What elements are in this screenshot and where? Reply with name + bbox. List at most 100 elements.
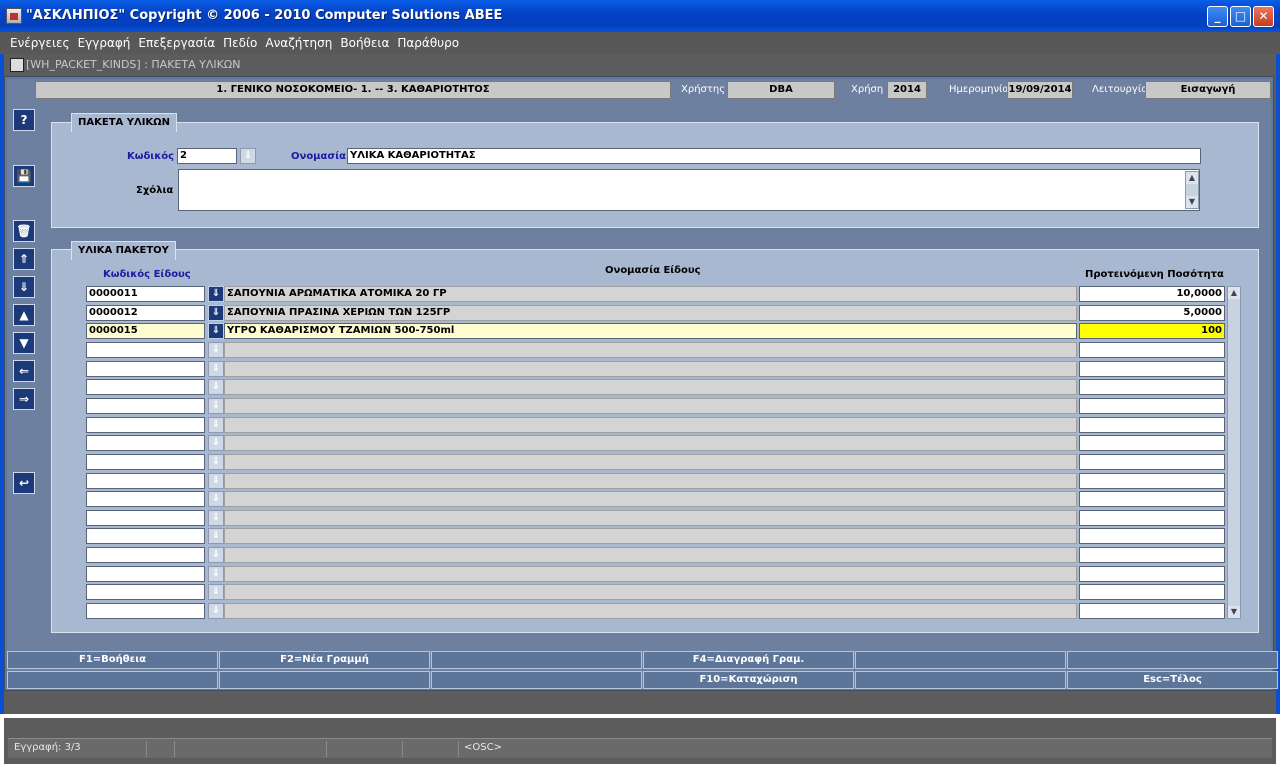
- item-qty-cell[interactable]: [1079, 566, 1225, 582]
- item-code-cell[interactable]: 0000015: [86, 323, 205, 339]
- item-qty-cell[interactable]: 100: [1079, 323, 1225, 339]
- item-lov-icon[interactable]: ⇓: [208, 417, 224, 433]
- function-key-button[interactable]: [219, 671, 430, 689]
- item-qty-cell[interactable]: [1079, 417, 1225, 433]
- menu-search[interactable]: Αναζήτηση: [261, 32, 336, 54]
- code-lov-icon[interactable]: ⇓: [240, 148, 256, 164]
- menu-help[interactable]: Βοήθεια: [336, 32, 393, 54]
- item-qty-cell[interactable]: [1079, 435, 1225, 451]
- item-code-cell[interactable]: [86, 417, 205, 433]
- function-key-button[interactable]: F10=Καταχώριση: [643, 671, 854, 689]
- item-qty-cell[interactable]: [1079, 342, 1225, 358]
- item-qty-cell[interactable]: 5,0000: [1079, 305, 1225, 321]
- item-code-cell[interactable]: [86, 398, 205, 414]
- function-key-button[interactable]: [431, 671, 642, 689]
- save-icon[interactable]: 💾: [13, 165, 35, 187]
- item-lov-icon[interactable]: ⇓: [208, 584, 224, 600]
- item-lov-icon[interactable]: ⇓: [208, 510, 224, 526]
- undo-icon[interactable]: ↩: [13, 472, 35, 494]
- item-name-cell[interactable]: [224, 566, 1077, 582]
- item-code-cell[interactable]: 0000011: [86, 286, 205, 302]
- close-button[interactable]: ✕: [1253, 6, 1274, 27]
- name-field[interactable]: ΥΛΙΚΑ ΚΑΘΑΡΙΟΤΗΤΑΣ: [347, 148, 1201, 164]
- comments-scrollbar[interactable]: ▲ ▼: [1185, 171, 1199, 209]
- scroll-up-icon[interactable]: ▲: [1228, 287, 1240, 299]
- item-lov-icon[interactable]: ⇓: [208, 528, 224, 544]
- item-code-cell[interactable]: [86, 528, 205, 544]
- item-lov-icon[interactable]: ⇓: [208, 566, 224, 582]
- item-code-cell[interactable]: [86, 435, 205, 451]
- item-qty-cell[interactable]: [1079, 379, 1225, 395]
- previous-record-icon[interactable]: ▲: [13, 304, 35, 326]
- item-name-cell[interactable]: [224, 603, 1077, 619]
- item-name-cell[interactable]: [224, 435, 1077, 451]
- item-name-cell[interactable]: ΣΑΠΟΥΝΙΑ ΠΡΑΣΙΝΑ ΧΕΡΙΩΝ ΤΩΝ 125ΓΡ: [224, 305, 1077, 321]
- item-qty-cell[interactable]: [1079, 398, 1225, 414]
- item-lov-icon[interactable]: ⇓: [208, 398, 224, 414]
- function-key-button[interactable]: [431, 651, 642, 669]
- menu-window[interactable]: Παράθυρο: [393, 32, 463, 54]
- item-lov-icon[interactable]: ⇓: [208, 305, 224, 321]
- code-field[interactable]: 2: [177, 148, 237, 164]
- function-key-button[interactable]: [1067, 651, 1278, 669]
- item-name-cell[interactable]: [224, 491, 1077, 507]
- function-key-button[interactable]: Esc=Τέλος: [1067, 671, 1278, 689]
- menu-field[interactable]: Πεδίο: [219, 32, 261, 54]
- item-qty-cell[interactable]: [1079, 454, 1225, 470]
- item-lov-icon[interactable]: ⇓: [208, 547, 224, 563]
- item-lov-icon[interactable]: ⇓: [208, 361, 224, 377]
- item-code-cell[interactable]: 0000012: [86, 305, 205, 321]
- item-qty-cell[interactable]: [1079, 491, 1225, 507]
- item-code-cell[interactable]: [86, 361, 205, 377]
- item-lov-icon[interactable]: ⇓: [208, 323, 224, 339]
- item-name-cell[interactable]: ΥΓΡΟ ΚΑΘΑΡΙΣΜΟΥ ΤΖΑΜΙΩΝ 500-750ml: [224, 323, 1077, 339]
- item-code-cell[interactable]: [86, 566, 205, 582]
- item-lov-icon[interactable]: ⇓: [208, 286, 224, 302]
- item-lov-icon[interactable]: ⇓: [208, 454, 224, 470]
- item-lov-icon[interactable]: ⇓: [208, 342, 224, 358]
- item-qty-cell[interactable]: [1079, 584, 1225, 600]
- item-code-cell[interactable]: [86, 547, 205, 563]
- comments-field[interactable]: [178, 169, 1200, 211]
- item-qty-cell[interactable]: [1079, 547, 1225, 563]
- item-qty-cell[interactable]: [1079, 510, 1225, 526]
- item-qty-cell[interactable]: [1079, 473, 1225, 489]
- item-code-cell[interactable]: [86, 473, 205, 489]
- menu-edit[interactable]: Επεξεργασία: [134, 32, 219, 54]
- item-name-cell[interactable]: [224, 584, 1077, 600]
- item-name-cell[interactable]: [224, 379, 1077, 395]
- next-block-icon[interactable]: ⇒: [13, 388, 35, 410]
- item-code-cell[interactable]: [86, 510, 205, 526]
- maximize-button[interactable]: □: [1230, 6, 1251, 27]
- item-lov-icon[interactable]: ⇓: [208, 435, 224, 451]
- item-qty-cell[interactable]: [1079, 528, 1225, 544]
- function-key-button[interactable]: F4=Διαγραφή Γραμ.: [643, 651, 854, 669]
- last-record-icon[interactable]: ⇓: [13, 276, 35, 298]
- previous-block-icon[interactable]: ⇐: [13, 360, 35, 382]
- menu-record[interactable]: Εγγραφή: [74, 32, 135, 54]
- item-code-cell[interactable]: [86, 603, 205, 619]
- delete-icon[interactable]: 🗑: [13, 220, 35, 242]
- minimize-button[interactable]: _: [1207, 6, 1228, 27]
- item-name-cell[interactable]: [224, 473, 1077, 489]
- function-key-button[interactable]: F2=Νέα Γραμμή: [219, 651, 430, 669]
- item-qty-cell[interactable]: 10,0000: [1079, 286, 1225, 302]
- first-record-icon[interactable]: ⇑: [13, 248, 35, 270]
- items-scrollbar[interactable]: ▲ ▼: [1227, 286, 1241, 619]
- item-name-cell[interactable]: ΣΑΠΟΥΝΙΑ ΑΡΩΜΑΤΙΚΑ ΑΤΟΜΙΚΑ 20 ΓΡ: [224, 286, 1077, 302]
- item-lov-icon[interactable]: ⇓: [208, 603, 224, 619]
- item-code-cell[interactable]: [86, 454, 205, 470]
- menu-actions[interactable]: Ενέργειες: [6, 32, 74, 54]
- item-lov-icon[interactable]: ⇓: [208, 379, 224, 395]
- function-key-button[interactable]: F1=Βοήθεια: [7, 651, 218, 669]
- item-name-cell[interactable]: [224, 342, 1077, 358]
- item-qty-cell[interactable]: [1079, 361, 1225, 377]
- item-qty-cell[interactable]: [1079, 603, 1225, 619]
- item-lov-icon[interactable]: ⇓: [208, 473, 224, 489]
- item-name-cell[interactable]: [224, 454, 1077, 470]
- item-code-cell[interactable]: [86, 342, 205, 358]
- item-lov-icon[interactable]: ⇓: [208, 491, 224, 507]
- item-name-cell[interactable]: [224, 361, 1077, 377]
- function-key-button[interactable]: [855, 651, 1066, 669]
- item-name-cell[interactable]: [224, 547, 1077, 563]
